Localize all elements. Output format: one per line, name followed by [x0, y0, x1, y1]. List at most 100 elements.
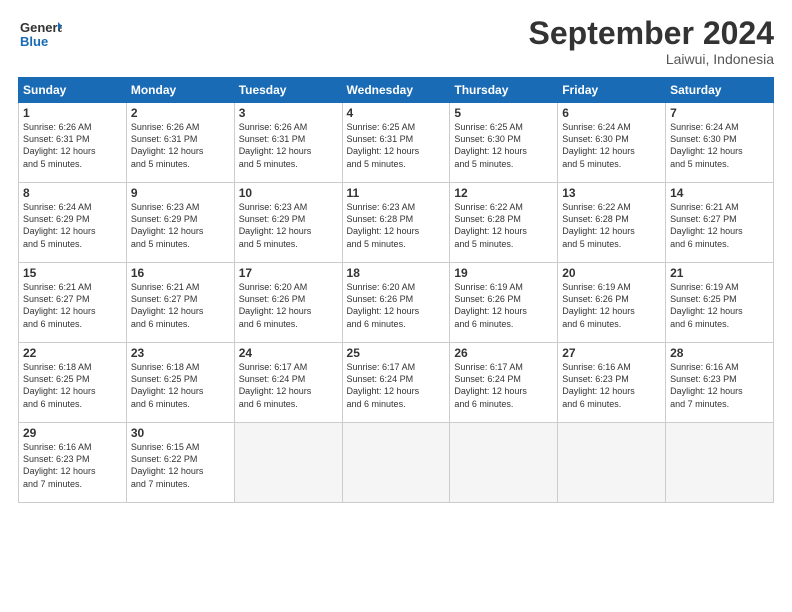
table-row: 12Sunrise: 6:22 AM Sunset: 6:28 PM Dayli… — [450, 183, 558, 263]
day-info: Sunrise: 6:23 AM Sunset: 6:29 PM Dayligh… — [131, 201, 230, 250]
table-row: 6Sunrise: 6:24 AM Sunset: 6:30 PM Daylig… — [558, 103, 666, 183]
day-number: 7 — [670, 106, 769, 120]
logo: General Blue — [18, 16, 62, 52]
day-info: Sunrise: 6:23 AM Sunset: 6:28 PM Dayligh… — [347, 201, 446, 250]
day-number: 13 — [562, 186, 661, 200]
table-row: 20Sunrise: 6:19 AM Sunset: 6:26 PM Dayli… — [558, 263, 666, 343]
calendar-week-row: 1Sunrise: 6:26 AM Sunset: 6:31 PM Daylig… — [19, 103, 774, 183]
col-thursday: Thursday — [450, 78, 558, 103]
day-info: Sunrise: 6:26 AM Sunset: 6:31 PM Dayligh… — [239, 121, 338, 170]
col-friday: Friday — [558, 78, 666, 103]
day-number: 17 — [239, 266, 338, 280]
table-row: 4Sunrise: 6:25 AM Sunset: 6:31 PM Daylig… — [342, 103, 450, 183]
table-row: 26Sunrise: 6:17 AM Sunset: 6:24 PM Dayli… — [450, 343, 558, 423]
table-row — [450, 423, 558, 503]
day-info: Sunrise: 6:26 AM Sunset: 6:31 PM Dayligh… — [23, 121, 122, 170]
day-number: 23 — [131, 346, 230, 360]
day-info: Sunrise: 6:21 AM Sunset: 6:27 PM Dayligh… — [670, 201, 769, 250]
day-number: 30 — [131, 426, 230, 440]
calendar-week-row: 8Sunrise: 6:24 AM Sunset: 6:29 PM Daylig… — [19, 183, 774, 263]
title-block: September 2024 Laiwui, Indonesia — [529, 16, 774, 67]
day-info: Sunrise: 6:18 AM Sunset: 6:25 PM Dayligh… — [131, 361, 230, 410]
col-wednesday: Wednesday — [342, 78, 450, 103]
day-info: Sunrise: 6:18 AM Sunset: 6:25 PM Dayligh… — [23, 361, 122, 410]
day-number: 29 — [23, 426, 122, 440]
day-info: Sunrise: 6:17 AM Sunset: 6:24 PM Dayligh… — [347, 361, 446, 410]
day-info: Sunrise: 6:20 AM Sunset: 6:26 PM Dayligh… — [347, 281, 446, 330]
day-number: 10 — [239, 186, 338, 200]
day-number: 4 — [347, 106, 446, 120]
table-row: 10Sunrise: 6:23 AM Sunset: 6:29 PM Dayli… — [234, 183, 342, 263]
day-info: Sunrise: 6:15 AM Sunset: 6:22 PM Dayligh… — [131, 441, 230, 490]
day-info: Sunrise: 6:26 AM Sunset: 6:31 PM Dayligh… — [131, 121, 230, 170]
day-number: 20 — [562, 266, 661, 280]
day-info: Sunrise: 6:20 AM Sunset: 6:26 PM Dayligh… — [239, 281, 338, 330]
day-number: 2 — [131, 106, 230, 120]
day-info: Sunrise: 6:25 AM Sunset: 6:31 PM Dayligh… — [347, 121, 446, 170]
day-info: Sunrise: 6:16 AM Sunset: 6:23 PM Dayligh… — [670, 361, 769, 410]
header: General Blue September 2024 Laiwui, Indo… — [18, 16, 774, 67]
logo-svg: General Blue — [18, 16, 62, 52]
day-info: Sunrise: 6:23 AM Sunset: 6:29 PM Dayligh… — [239, 201, 338, 250]
day-info: Sunrise: 6:21 AM Sunset: 6:27 PM Dayligh… — [131, 281, 230, 330]
subtitle: Laiwui, Indonesia — [529, 51, 774, 67]
table-row: 2Sunrise: 6:26 AM Sunset: 6:31 PM Daylig… — [126, 103, 234, 183]
day-number: 22 — [23, 346, 122, 360]
calendar-week-row: 22Sunrise: 6:18 AM Sunset: 6:25 PM Dayli… — [19, 343, 774, 423]
col-saturday: Saturday — [666, 78, 774, 103]
table-row: 3Sunrise: 6:26 AM Sunset: 6:31 PM Daylig… — [234, 103, 342, 183]
day-info: Sunrise: 6:19 AM Sunset: 6:25 PM Dayligh… — [670, 281, 769, 330]
table-row: 8Sunrise: 6:24 AM Sunset: 6:29 PM Daylig… — [19, 183, 127, 263]
day-number: 1 — [23, 106, 122, 120]
table-row — [666, 423, 774, 503]
day-number: 6 — [562, 106, 661, 120]
table-row: 18Sunrise: 6:20 AM Sunset: 6:26 PM Dayli… — [342, 263, 450, 343]
table-row: 16Sunrise: 6:21 AM Sunset: 6:27 PM Dayli… — [126, 263, 234, 343]
table-row: 17Sunrise: 6:20 AM Sunset: 6:26 PM Dayli… — [234, 263, 342, 343]
day-info: Sunrise: 6:25 AM Sunset: 6:30 PM Dayligh… — [454, 121, 553, 170]
day-number: 15 — [23, 266, 122, 280]
day-number: 3 — [239, 106, 338, 120]
table-row: 7Sunrise: 6:24 AM Sunset: 6:30 PM Daylig… — [666, 103, 774, 183]
table-row: 24Sunrise: 6:17 AM Sunset: 6:24 PM Dayli… — [234, 343, 342, 423]
day-info: Sunrise: 6:24 AM Sunset: 6:29 PM Dayligh… — [23, 201, 122, 250]
day-number: 5 — [454, 106, 553, 120]
col-tuesday: Tuesday — [234, 78, 342, 103]
table-row: 15Sunrise: 6:21 AM Sunset: 6:27 PM Dayli… — [19, 263, 127, 343]
day-info: Sunrise: 6:22 AM Sunset: 6:28 PM Dayligh… — [454, 201, 553, 250]
day-number: 11 — [347, 186, 446, 200]
table-row: 13Sunrise: 6:22 AM Sunset: 6:28 PM Dayli… — [558, 183, 666, 263]
table-row: 9Sunrise: 6:23 AM Sunset: 6:29 PM Daylig… — [126, 183, 234, 263]
table-row: 5Sunrise: 6:25 AM Sunset: 6:30 PM Daylig… — [450, 103, 558, 183]
page: General Blue September 2024 Laiwui, Indo… — [0, 0, 792, 612]
table-row: 23Sunrise: 6:18 AM Sunset: 6:25 PM Dayli… — [126, 343, 234, 423]
day-number: 21 — [670, 266, 769, 280]
table-row: 14Sunrise: 6:21 AM Sunset: 6:27 PM Dayli… — [666, 183, 774, 263]
day-info: Sunrise: 6:24 AM Sunset: 6:30 PM Dayligh… — [670, 121, 769, 170]
day-number: 26 — [454, 346, 553, 360]
table-row: 27Sunrise: 6:16 AM Sunset: 6:23 PM Dayli… — [558, 343, 666, 423]
table-row: 28Sunrise: 6:16 AM Sunset: 6:23 PM Dayli… — [666, 343, 774, 423]
month-title: September 2024 — [529, 16, 774, 51]
table-row: 19Sunrise: 6:19 AM Sunset: 6:26 PM Dayli… — [450, 263, 558, 343]
day-number: 12 — [454, 186, 553, 200]
svg-text:General: General — [20, 20, 62, 35]
table-row: 30Sunrise: 6:15 AM Sunset: 6:22 PM Dayli… — [126, 423, 234, 503]
day-info: Sunrise: 6:22 AM Sunset: 6:28 PM Dayligh… — [562, 201, 661, 250]
calendar-week-row: 15Sunrise: 6:21 AM Sunset: 6:27 PM Dayli… — [19, 263, 774, 343]
day-number: 8 — [23, 186, 122, 200]
day-number: 19 — [454, 266, 553, 280]
day-number: 28 — [670, 346, 769, 360]
table-row — [342, 423, 450, 503]
col-sunday: Sunday — [19, 78, 127, 103]
day-info: Sunrise: 6:21 AM Sunset: 6:27 PM Dayligh… — [23, 281, 122, 330]
day-info: Sunrise: 6:16 AM Sunset: 6:23 PM Dayligh… — [23, 441, 122, 490]
calendar-table: Sunday Monday Tuesday Wednesday Thursday… — [18, 77, 774, 503]
calendar-week-row: 29Sunrise: 6:16 AM Sunset: 6:23 PM Dayli… — [19, 423, 774, 503]
col-monday: Monday — [126, 78, 234, 103]
table-row: 1Sunrise: 6:26 AM Sunset: 6:31 PM Daylig… — [19, 103, 127, 183]
day-number: 16 — [131, 266, 230, 280]
table-row — [558, 423, 666, 503]
table-row: 25Sunrise: 6:17 AM Sunset: 6:24 PM Dayli… — [342, 343, 450, 423]
svg-text:Blue: Blue — [20, 34, 48, 49]
